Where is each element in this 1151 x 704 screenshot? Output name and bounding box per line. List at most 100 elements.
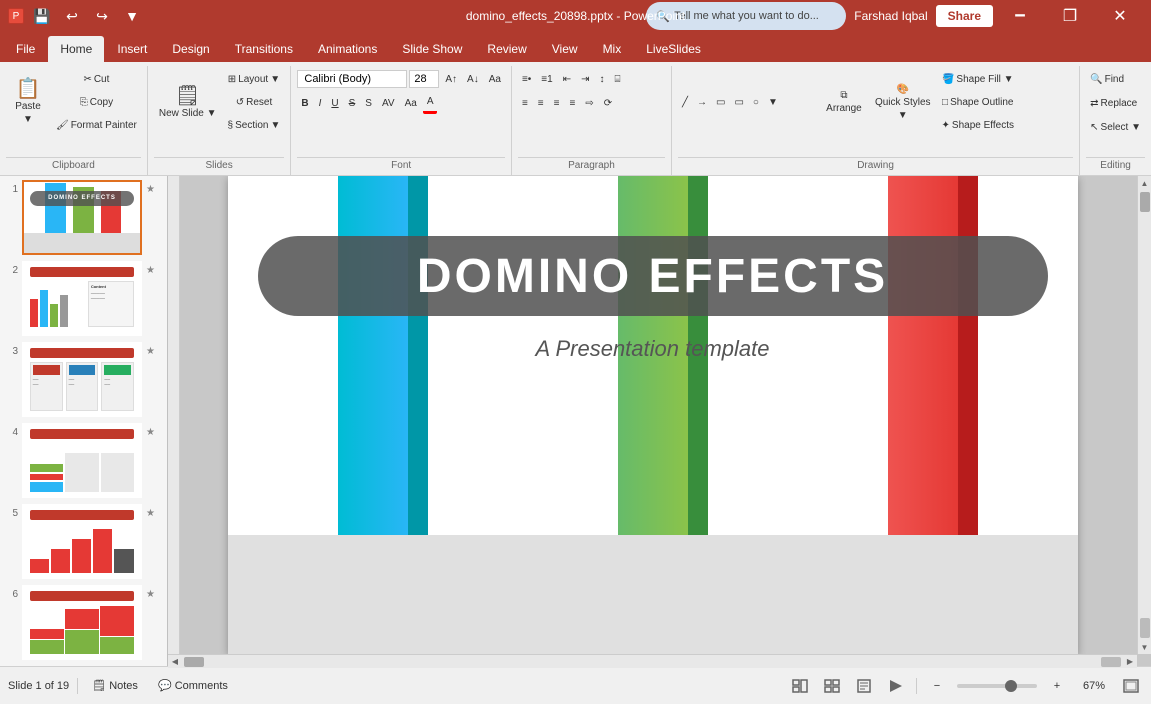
line-spacing-button[interactable]: ↕	[595, 68, 608, 90]
zoom-level-button[interactable]: 67%	[1077, 678, 1111, 694]
paste-button[interactable]: 📋 Paste ▼	[6, 68, 50, 136]
tab-animations[interactable]: Animations	[306, 36, 389, 62]
slide-thumb-2[interactable]: 2 Content ───── ─────	[4, 261, 163, 336]
slide-image-6[interactable]	[22, 585, 142, 660]
select-button[interactable]: ↖ Select ▼	[1086, 116, 1145, 138]
font-name-input[interactable]: Calibri (Body)	[297, 70, 407, 88]
quick-styles-button[interactable]: 🎨 Quick Styles ▼	[870, 68, 936, 136]
tab-home[interactable]: Home	[48, 36, 104, 62]
horizontal-scrollbar[interactable]: ◀ ▶	[168, 654, 1137, 668]
tab-mix[interactable]: Mix	[591, 36, 634, 62]
font-color-button[interactable]: A	[423, 92, 438, 114]
slide-image-5[interactable]	[22, 504, 142, 579]
slide-image-4[interactable]	[22, 423, 142, 498]
arrange-button[interactable]: ⧉ Arrange	[820, 68, 868, 136]
italic-button[interactable]: I	[315, 92, 326, 114]
scroll-down-thumb[interactable]	[1140, 618, 1150, 638]
shape-rect-button[interactable]: ▭	[712, 91, 729, 113]
canvas-area[interactable]: DOMINO EFFECTS A Presentation template	[168, 176, 1137, 654]
undo-button[interactable]: ↩	[60, 4, 84, 28]
tab-review[interactable]: Review	[475, 36, 538, 62]
vertical-scrollbar[interactable]: ▲ ▼	[1137, 176, 1151, 654]
shape-effects-button[interactable]: ✦ Shape Effects	[938, 114, 1018, 136]
tab-design[interactable]: Design	[160, 36, 221, 62]
cut-button[interactable]: ✂ Cut	[52, 68, 141, 90]
slide-title-banner[interactable]: DOMINO EFFECTS	[258, 236, 1048, 316]
center-button[interactable]: ≡	[534, 92, 548, 114]
scroll-right-thumb[interactable]	[1101, 657, 1121, 667]
zoom-slider[interactable]	[957, 684, 1037, 688]
shape-rounded-rect-button[interactable]: ▭	[730, 91, 747, 113]
slide-thumb-6[interactable]: 6	[4, 585, 163, 660]
format-painter-button[interactable]: 🖌 Format Painter	[52, 114, 141, 136]
clear-format-button[interactable]: Aa	[485, 68, 505, 90]
slide-thumb-3[interactable]: 3 ──── ────	[4, 342, 163, 417]
align-right-button[interactable]: ≡	[550, 92, 564, 114]
shape-oval-button[interactable]: ○	[749, 91, 763, 113]
slide-panel[interactable]: 1 DOMINO EFFECTS ★ 2	[0, 176, 168, 666]
shape-outline-button[interactable]: □ Shape Outline	[938, 91, 1018, 113]
share-button[interactable]: Share	[936, 5, 993, 27]
reset-button[interactable]: ↺ Reset	[224, 91, 285, 113]
layout-button[interactable]: ⊞ Layout ▼	[224, 68, 285, 90]
fit-to-window-button[interactable]	[1119, 676, 1143, 696]
bullets-button[interactable]: ≡•	[518, 68, 535, 90]
section-button[interactable]: § Section ▼	[224, 114, 285, 136]
tab-transitions[interactable]: Transitions	[223, 36, 305, 62]
zoom-out-button[interactable]: −	[925, 676, 949, 696]
slide-subtitle[interactable]: A Presentation template	[228, 336, 1078, 362]
restore-button[interactable]: ❐	[1047, 0, 1093, 32]
bold-button[interactable]: B	[297, 92, 312, 114]
scroll-down-button[interactable]: ▼	[1138, 640, 1151, 654]
zoom-thumb[interactable]	[1005, 680, 1017, 692]
shape-arrow-button[interactable]: →	[693, 91, 711, 113]
slide-thumb-4[interactable]: 4 ★	[4, 423, 163, 498]
minimize-button[interactable]: 🗕	[997, 0, 1043, 32]
redo-button[interactable]: ↪	[90, 4, 114, 28]
columns-button[interactable]: ⌸	[610, 68, 624, 90]
close-button[interactable]: ✕	[1097, 0, 1143, 32]
tab-insert[interactable]: Insert	[105, 36, 159, 62]
justify-button[interactable]: ≡	[565, 92, 579, 114]
underline-button[interactable]: U	[327, 92, 342, 114]
tab-view[interactable]: View	[540, 36, 590, 62]
scroll-right-button[interactable]: ▶	[1123, 655, 1137, 669]
find-button[interactable]: 🔍 Find	[1086, 68, 1128, 90]
scroll-left-button[interactable]: ◀	[168, 655, 182, 669]
shapes-more-button[interactable]: ▼	[764, 91, 782, 113]
numbering-button[interactable]: ≡1	[537, 68, 556, 90]
notes-button[interactable]: 🗒 Notes	[86, 677, 144, 694]
slide-thumb-5[interactable]: 5 ★	[4, 504, 163, 579]
slide-image-3[interactable]: ──── ──── ────	[22, 342, 142, 417]
slideshow-button[interactable]	[884, 676, 908, 696]
slide-image-2[interactable]: Content ───── ─────	[22, 261, 142, 336]
scroll-up-thumb[interactable]	[1140, 192, 1150, 212]
shape-line-button[interactable]: ╱	[678, 91, 692, 113]
shadow-button[interactable]: S	[361, 92, 376, 114]
reading-view-button[interactable]	[852, 676, 876, 696]
change-case-button[interactable]: Aa	[401, 92, 421, 114]
scroll-up-button[interactable]: ▲	[1138, 176, 1151, 190]
font-size-input[interactable]: 28	[409, 70, 439, 88]
slide-thumb-1[interactable]: 1 DOMINO EFFECTS ★	[4, 180, 163, 255]
zoom-in-button[interactable]: +	[1045, 676, 1069, 696]
tab-slideshow[interactable]: Slide Show	[390, 36, 474, 62]
increase-indent-button[interactable]: ⇥	[577, 68, 593, 90]
strikethrough-button[interactable]: S	[345, 92, 360, 114]
increase-font-button[interactable]: A↑	[441, 68, 461, 90]
slide-image-1[interactable]: DOMINO EFFECTS	[22, 180, 142, 255]
decrease-font-button[interactable]: A↓	[463, 68, 483, 90]
qat-customize-button[interactable]: ▼	[120, 4, 144, 28]
new-slide-button[interactable]: 🗒 New Slide ▼	[154, 68, 222, 136]
align-left-button[interactable]: ≡	[518, 92, 532, 114]
save-button[interactable]: 💾	[30, 4, 54, 28]
decrease-indent-button[interactable]: ⇤	[559, 68, 575, 90]
tab-file[interactable]: File	[4, 36, 47, 62]
normal-view-button[interactable]	[788, 676, 812, 696]
tab-liveslides[interactable]: LiveSlides	[634, 36, 713, 62]
replace-button[interactable]: ⇄ Replace	[1086, 92, 1141, 114]
text-dir-button[interactable]: ⇨	[581, 92, 597, 114]
slide-canvas[interactable]: DOMINO EFFECTS A Presentation template	[228, 176, 1078, 654]
copy-button[interactable]: ⎘ Copy	[52, 91, 141, 113]
comments-button[interactable]: 💬 Comments	[152, 677, 234, 694]
